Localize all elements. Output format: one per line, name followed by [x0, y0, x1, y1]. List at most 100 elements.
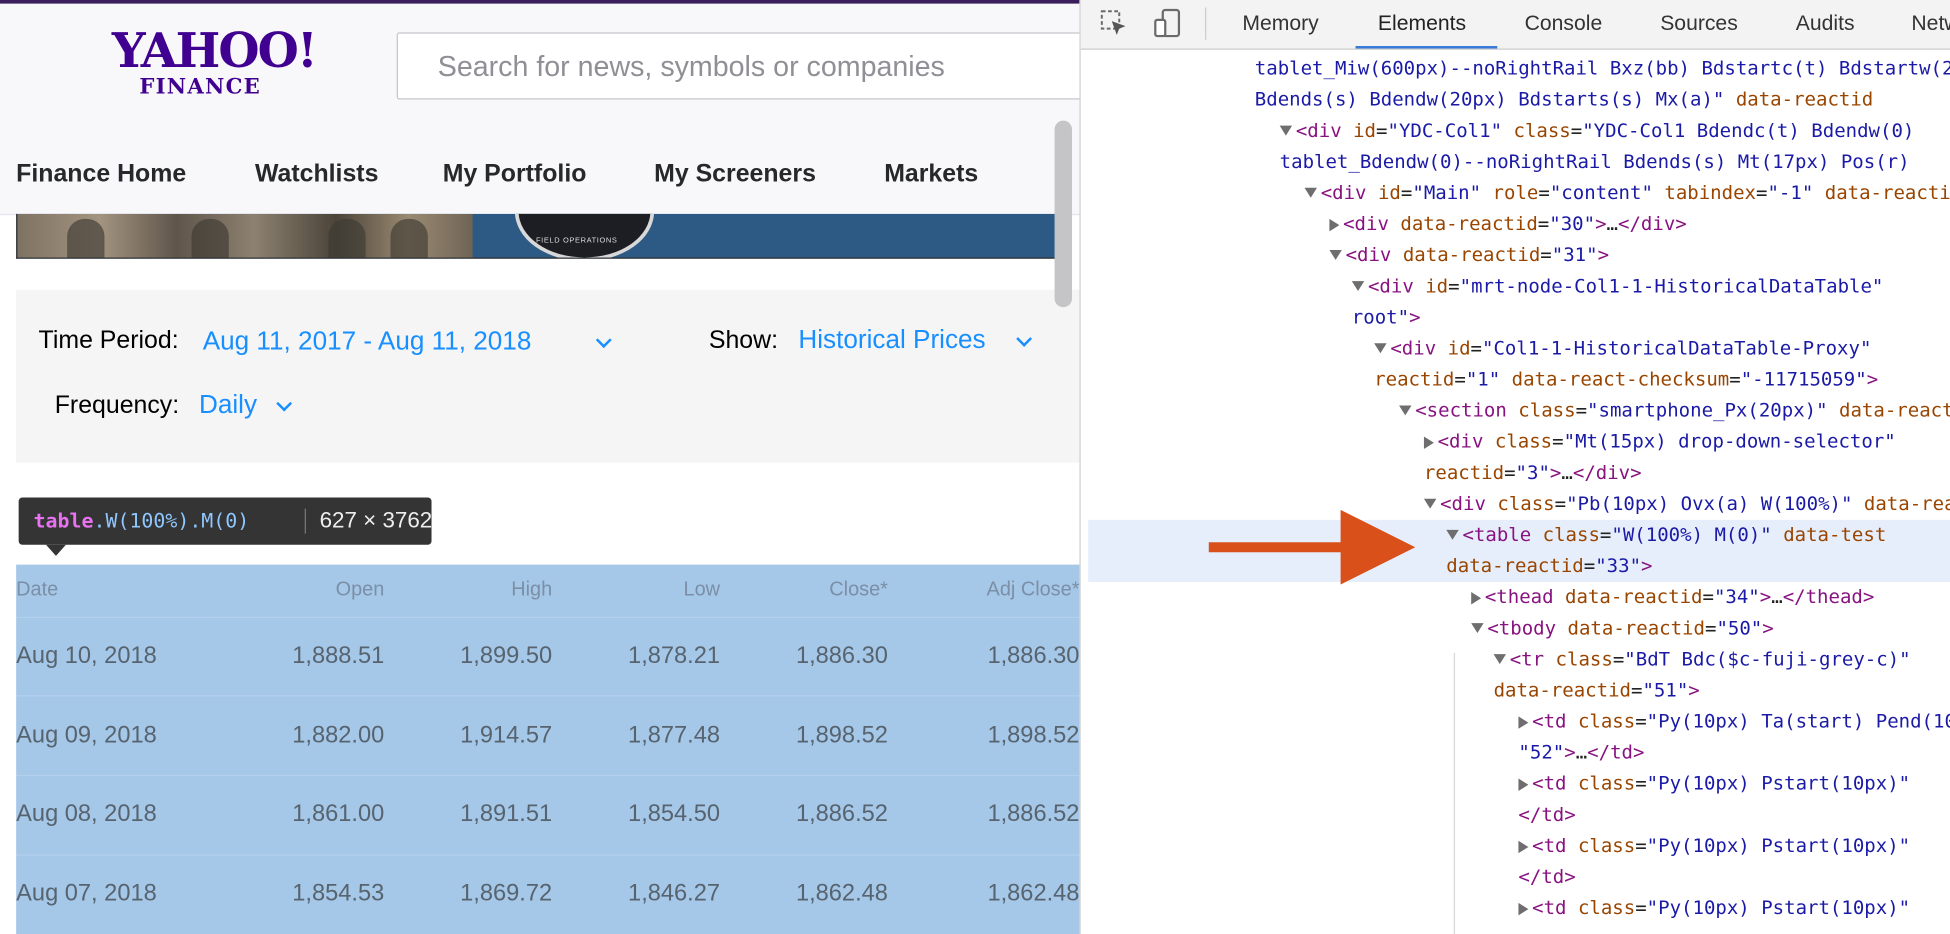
nav-markets[interactable]: Markets	[884, 160, 978, 189]
tab-audits[interactable]: Audits	[1796, 11, 1855, 36]
expand-triangle-open-icon[interactable]	[1423, 498, 1437, 509]
code-token: </td>	[1587, 741, 1645, 764]
dom-node-line[interactable]: <div id="Col1-1-HistoricalDataTable-Prox…	[1081, 333, 1871, 364]
tab-elements[interactable]: Elements	[1378, 11, 1466, 36]
dom-node-line[interactable]: Bdends(s) Bdendw(20px) Bdstarts(s) Mx(a)…	[1081, 85, 1873, 116]
dom-node-line[interactable]: </td>	[1081, 862, 1576, 893]
dom-node-line[interactable]: <td class="Py(10px) Pstart(10px)"	[1081, 769, 1910, 800]
expand-triangle-closed-icon[interactable]	[1471, 591, 1482, 604]
dom-node-line[interactable]: </td>	[1081, 800, 1576, 831]
column-header-open[interactable]: Open	[203, 565, 385, 617]
dom-node-line[interactable]: <div id="mrt-node-Col1-1-HistoricalDataT…	[1081, 271, 1883, 302]
expand-triangle-closed-icon[interactable]	[1423, 435, 1434, 449]
expand-triangle-open-icon[interactable]	[1471, 622, 1484, 633]
dom-node-line[interactable]: tablet_Bdendw(0)--noRightRail Bdends(s) …	[1081, 147, 1910, 178]
code-token: "-1"	[1767, 181, 1814, 204]
expand-triangle-closed-icon[interactable]	[1518, 715, 1529, 729]
dom-node-line[interactable]: <thead data-reactid="34">…</thead>	[1081, 582, 1874, 613]
table-row: Aug 09, 2018 1,882.00 1,914.57 1,877.48 …	[16, 696, 1080, 775]
dom-node-line[interactable]: <section class="smartphone_Px(20px)" dat…	[1081, 395, 1950, 426]
code-token: </div>	[1618, 212, 1687, 236]
code-token: "52"	[1518, 741, 1565, 764]
expand-triangle-open-icon[interactable]	[1351, 280, 1365, 291]
dom-node-line[interactable]: reactid="1" data-react-checksum="-117150…	[1081, 364, 1878, 395]
nav-finance-home[interactable]: Finance Home	[16, 160, 186, 189]
dom-node-line[interactable]: <div class="Mt(15px) drop-down-selector"	[1081, 427, 1896, 458]
dom-node-line[interactable]: <div id="Main" role="content" tabindex="…	[1081, 178, 1950, 209]
device-toolbar-icon[interactable]	[1152, 7, 1184, 39]
expand-triangle-open-icon[interactable]	[1493, 653, 1506, 664]
yahoo-finance-logo[interactable]: YAHOO! FINANCE	[112, 25, 318, 98]
code-token: =	[1470, 337, 1483, 360]
dom-node-line[interactable]: <div data-reactid="30">…</div>	[1081, 209, 1687, 240]
code-token: >	[1564, 741, 1576, 764]
show-selector[interactable]: Historical Prices	[798, 326, 985, 356]
column-header-close[interactable]: Close*	[720, 565, 888, 617]
devtools-panel: Memory Elements Console Sources Audits N…	[1079, 0, 1950, 934]
column-header-adj-close[interactable]: Adj Close*	[888, 565, 1080, 617]
expand-triangle-closed-icon[interactable]	[1518, 902, 1529, 915]
nav-my-screeners[interactable]: My Screeners	[654, 160, 816, 189]
chevron-down-icon[interactable]	[1016, 330, 1033, 347]
expand-triangle-open-icon[interactable]	[1329, 249, 1342, 260]
code-token: "34"	[1713, 585, 1760, 609]
expand-triangle-closed-icon[interactable]	[1329, 218, 1340, 231]
dom-node-line[interactable]: <div id="YDC-Col1" class="YDC-Col1 Bdend…	[1081, 116, 1915, 147]
code-token: =	[1448, 274, 1460, 298]
code-token: class	[1566, 772, 1636, 795]
dom-node-line[interactable]: <td class="Py(10px) Pstart(10px)"	[1081, 893, 1910, 924]
code-token: <div	[1345, 243, 1392, 267]
expand-triangle-open-icon[interactable]	[1374, 342, 1387, 353]
code-token: <div	[1367, 274, 1414, 298]
search-box[interactable]	[396, 32, 1080, 100]
code-token: =	[1570, 119, 1583, 142]
tab-network[interactable]: Network	[1911, 11, 1950, 36]
code-token: <div	[1390, 337, 1437, 360]
code-token: </td>	[1518, 865, 1576, 889]
code-token: "YDC-Col1 Bdendc(t) Bdendw(0)	[1582, 119, 1915, 142]
dom-node-line[interactable]: reactid="3">…</div>	[1081, 458, 1642, 489]
expand-triangle-closed-icon[interactable]	[1518, 840, 1529, 853]
expand-triangle-open-icon[interactable]	[1446, 529, 1459, 540]
dom-node-line[interactable]: <td class="Py(10px) Pstart(10px)"	[1081, 831, 1910, 862]
frequency-selector[interactable]: Daily	[199, 391, 257, 421]
chevron-down-icon[interactable]	[276, 395, 293, 412]
inspect-element-icon[interactable]	[1098, 7, 1130, 39]
search-input[interactable]	[397, 33, 1080, 99]
dom-node-line[interactable]: <tr class="BdT Bdc($c-fuji-grey-c)"	[1081, 644, 1911, 675]
code-token: </td>	[1518, 803, 1576, 826]
code-token: >	[1641, 554, 1653, 578]
dom-node-line[interactable]: <tbody data-reactid="50">	[1081, 613, 1774, 644]
chevron-down-icon[interactable]	[595, 332, 612, 349]
nav-my-portfolio[interactable]: My Portfolio	[443, 160, 587, 189]
expand-triangle-closed-icon[interactable]	[1518, 777, 1529, 791]
dom-node-line[interactable]: <td class="Py(10px) Ta(start) Pend(10px)…	[1081, 706, 1950, 737]
code-token: =	[1635, 710, 1647, 733]
page-scrollbar[interactable]	[1054, 120, 1072, 308]
red-arrow-annotation	[1208, 509, 1416, 585]
dom-node-line[interactable]: tablet_Miw(600px)--noRightRail Bxz(bb) B…	[1081, 53, 1950, 84]
code-token: data-reactid	[1391, 243, 1541, 267]
tab-memory[interactable]: Memory	[1242, 11, 1318, 36]
dom-node-line[interactable]: data-reactid="51">	[1081, 675, 1700, 706]
table-cell: 1,862.48	[987, 881, 1080, 908]
column-header-high[interactable]: High	[384, 565, 552, 617]
nav-watchlists[interactable]: Watchlists	[255, 160, 378, 189]
column-header-date[interactable]: Date	[16, 565, 203, 617]
dom-node-line[interactable]: root">	[1081, 302, 1421, 333]
time-period-selector[interactable]: Aug 11, 2017 - Aug 11, 2018	[203, 327, 532, 357]
web-page: YAHOO! FINANCE Finance Home Watchlists M…	[0, 0, 1080, 934]
code-token: >	[1595, 212, 1607, 236]
expand-triangle-open-icon[interactable]	[1399, 404, 1412, 415]
tab-sources[interactable]: Sources	[1660, 11, 1738, 36]
column-header-low[interactable]: Low	[552, 565, 721, 617]
expand-triangle-open-icon[interactable]	[1279, 124, 1293, 135]
code-token: <div	[1295, 119, 1342, 142]
dom-node-line[interactable]: <div data-reactid="31">	[1081, 240, 1609, 271]
code-token: =	[1756, 181, 1768, 204]
tab-console[interactable]: Console	[1525, 11, 1603, 36]
dom-node-line[interactable]: "52">…</td>	[1081, 738, 1645, 769]
ad-banner[interactable]: FIELD OPERATIONS	[16, 213, 1064, 259]
banner-figure	[390, 218, 428, 258]
expand-triangle-open-icon[interactable]	[1304, 187, 1317, 198]
